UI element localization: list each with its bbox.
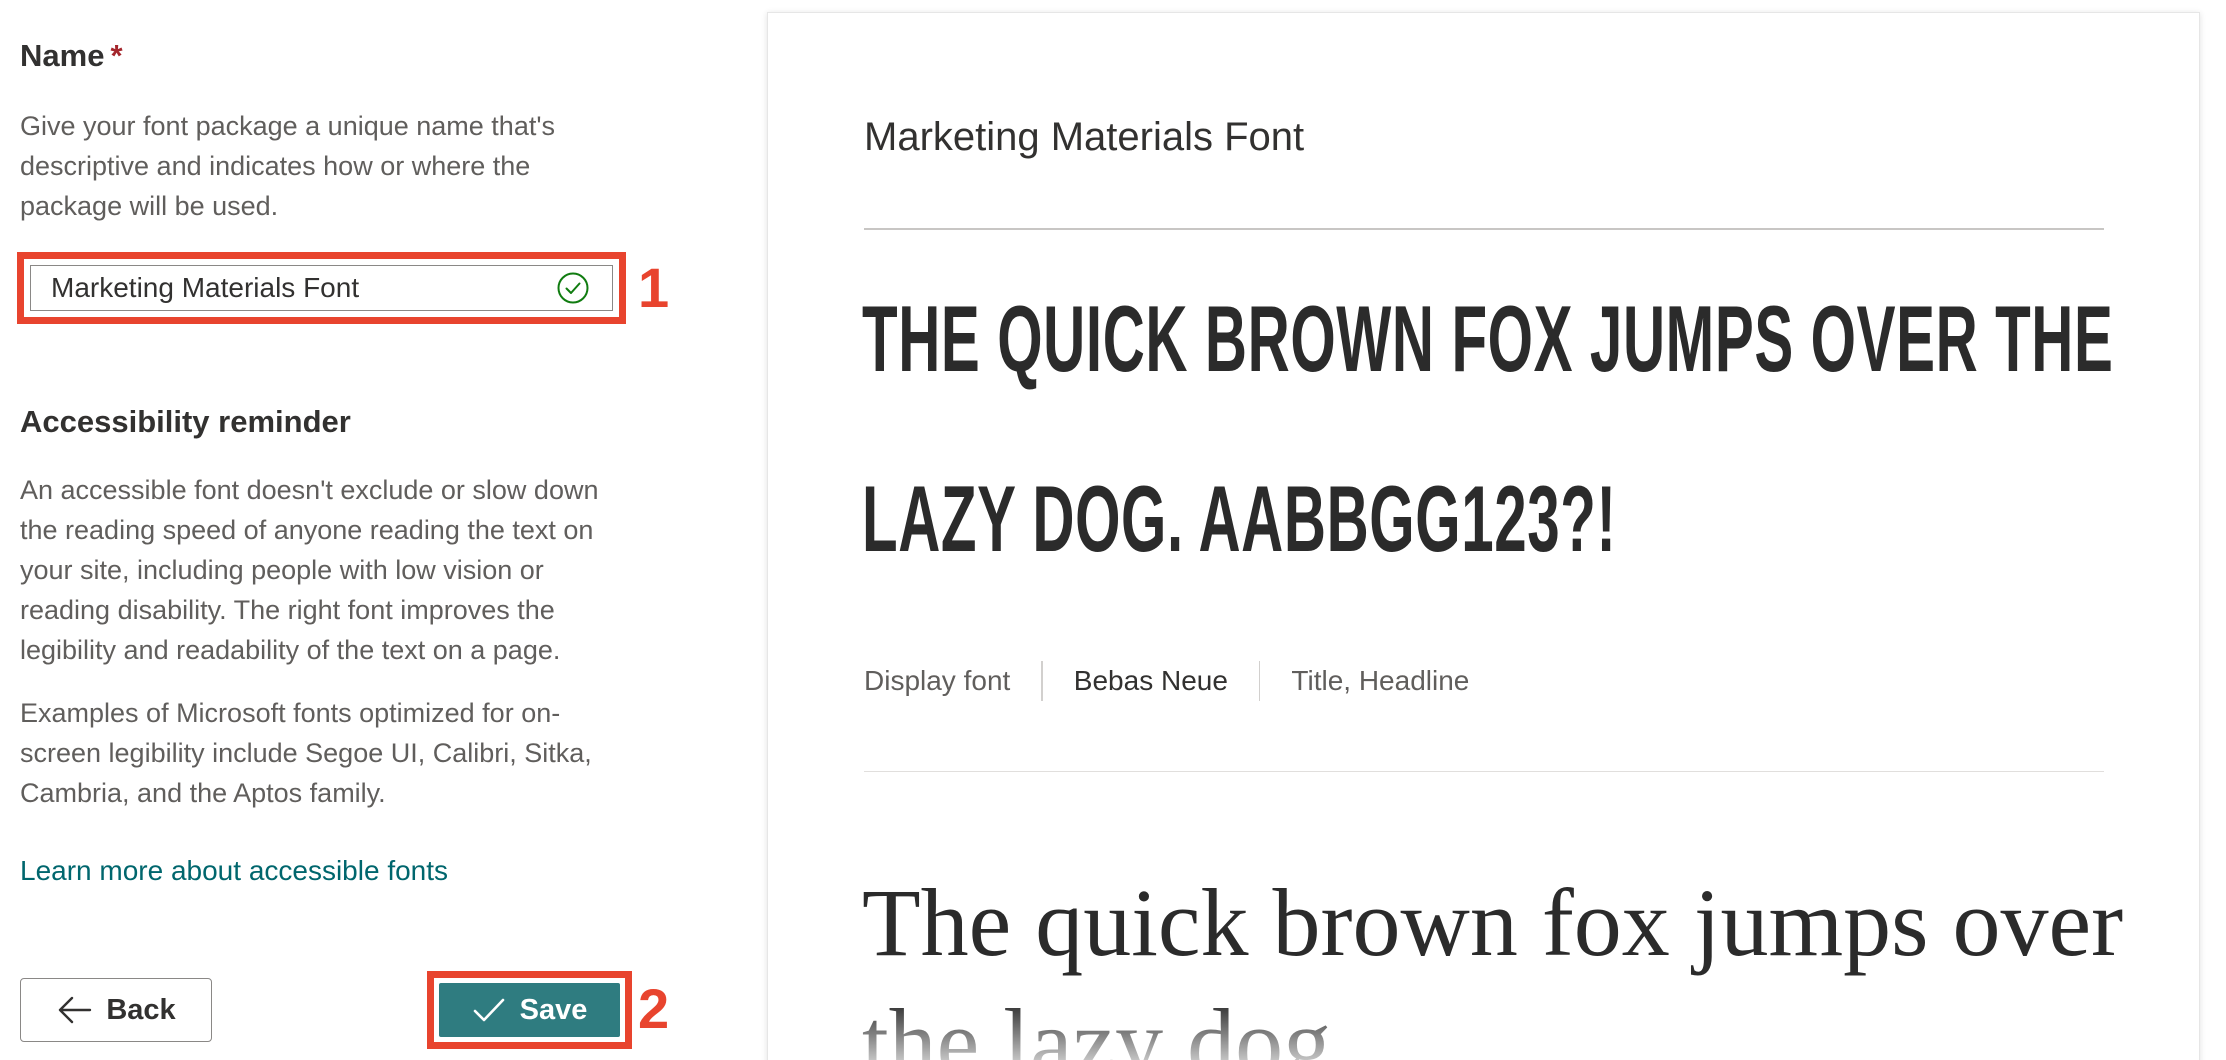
font-preview-card: Marketing Materials Font THE QUICK BROWN… — [767, 12, 2200, 1060]
name-help-text: Give your font package a unique name tha… — [20, 111, 555, 221]
name-field-label: Name * — [20, 38, 123, 74]
font-package-editor: Name * Give your font package a unique na… — [0, 0, 2226, 1060]
meta-divider — [1041, 661, 1043, 701]
meta-divider — [1258, 661, 1261, 701]
save-button[interactable]: Save — [439, 983, 620, 1037]
section-divider — [864, 771, 2104, 772]
annotation-callout-2: 2 — [638, 977, 670, 1040]
annotation-highlight-save: Save — [427, 971, 632, 1049]
accessibility-examples-text: Examples of Microsoft fonts optimized fo… — [20, 698, 592, 808]
display-font-sample: THE QUICK BROWN FOX JUMPS OVER THE LAZY … — [862, 286, 2114, 571]
body-font-sample: The quick brown fox jumps over the lazy … — [862, 869, 2124, 1060]
checkmark-icon — [473, 998, 504, 1022]
form-panel: Name * Give your font package a unique na… — [0, 0, 760, 1060]
accessibility-reminder-title: Accessibility reminder — [20, 404, 351, 439]
annotation-highlight-name: Marketing Materials Font — [17, 252, 626, 324]
back-button[interactable]: Back — [20, 978, 212, 1042]
arrow-left-icon — [59, 996, 92, 1024]
name-input[interactable]: Marketing Materials Font — [30, 265, 613, 311]
learn-more-accessible-fonts-link[interactable]: Learn more about accessible fonts — [20, 855, 448, 887]
name-input-value: Marketing Materials Font — [51, 272, 360, 303]
preview-divider — [864, 228, 2104, 230]
checkmark-circle-icon — [557, 272, 589, 304]
accessibility-reminder-text: An accessible font doesn't exclude or sl… — [20, 475, 599, 665]
annotation-callout-1: 1 — [638, 256, 670, 319]
display-font-meta: Display font Bebas Neue Title, Headline — [864, 661, 1469, 701]
font-usage-label: Title, Headline — [1291, 665, 1470, 696]
save-button-label: Save — [519, 993, 588, 1026]
font-family-name: Bebas Neue — [1073, 665, 1228, 696]
font-role-label: Display font — [864, 665, 1011, 696]
required-marker: * — [110, 38, 123, 73]
name-label-text: Name — [20, 38, 105, 73]
preview-title: Marketing Materials Font — [864, 115, 1305, 159]
back-button-label: Back — [106, 993, 176, 1026]
